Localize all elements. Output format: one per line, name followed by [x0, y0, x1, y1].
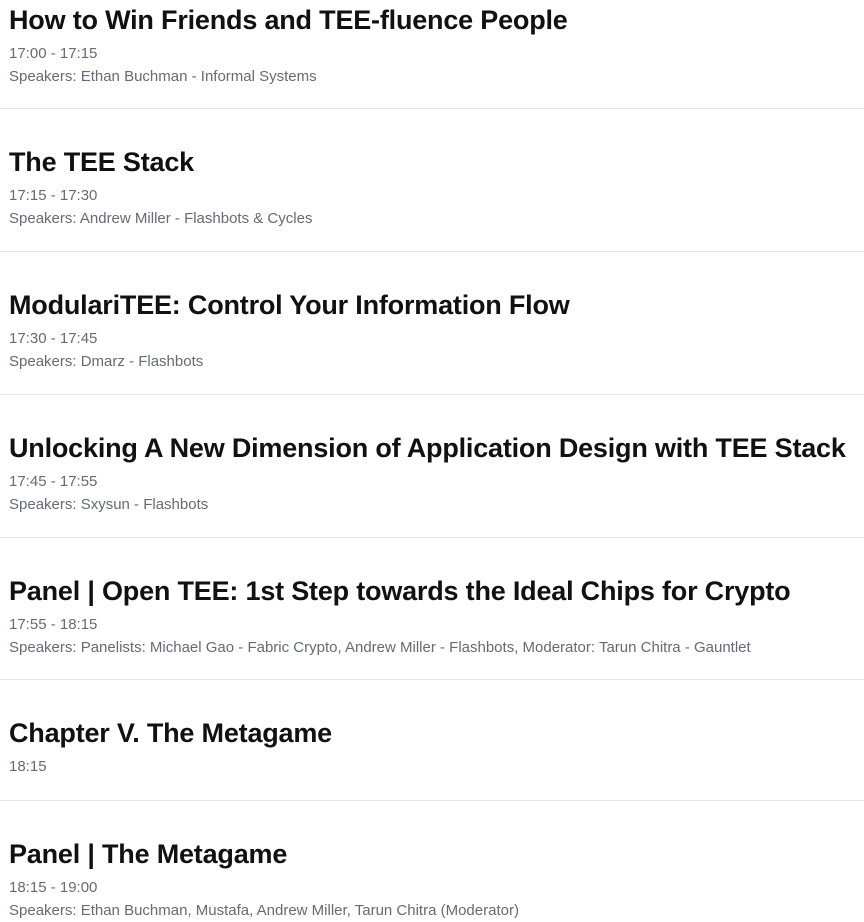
- session-title[interactable]: The TEE Stack: [9, 147, 194, 177]
- chapter-time: 18:15: [9, 758, 47, 775]
- session-title[interactable]: Panel | Open TEE: 1st Step towards the I…: [9, 576, 791, 606]
- divider: [0, 679, 864, 680]
- session-speakers: Speakers: Andrew Miller - Flashbots & Cy…: [9, 210, 313, 227]
- session-title[interactable]: Unlocking A New Dimension of Application…: [9, 433, 846, 463]
- session-time: 17:45 - 17:55: [9, 473, 98, 490]
- session-speakers: Speakers: Panelists: Michael Gao - Fabri…: [9, 639, 751, 656]
- session-time: 17:00 - 17:15: [9, 45, 98, 62]
- session-time: 17:30 - 17:45: [9, 330, 98, 347]
- session-speakers: Speakers: Ethan Buchman - Informal Syste…: [9, 68, 317, 85]
- divider: [0, 800, 864, 801]
- session-title[interactable]: Panel | The Metagame: [9, 839, 287, 869]
- session-title[interactable]: ModulariTEE: Control Your Information Fl…: [9, 290, 570, 320]
- session-title[interactable]: How to Win Friends and TEE-fluence Peopl…: [9, 5, 568, 35]
- session-time: 17:15 - 17:30: [9, 187, 98, 204]
- session-speakers: Speakers: Sxysun - Flashbots: [9, 496, 209, 513]
- session-time: 17:55 - 18:15: [9, 616, 98, 633]
- session-speakers: Speakers: Dmarz - Flashbots: [9, 353, 204, 370]
- divider: [0, 394, 864, 395]
- session-speakers: Speakers: Ethan Buchman, Mustafa, Andrew…: [9, 902, 519, 919]
- divider: [0, 537, 864, 538]
- session-time: 18:15 - 19:00: [9, 879, 98, 896]
- divider: [0, 108, 864, 109]
- chapter-title[interactable]: Chapter V. The Metagame: [9, 718, 332, 748]
- divider: [0, 251, 864, 252]
